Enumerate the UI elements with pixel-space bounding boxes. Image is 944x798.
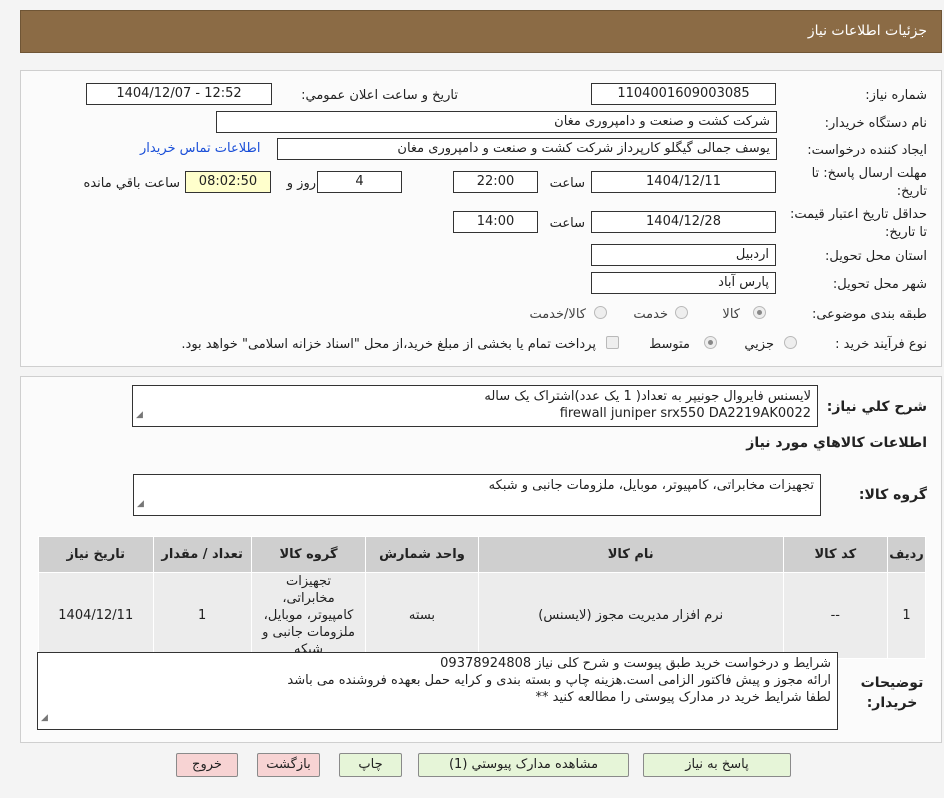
category-option-both: کالا/خدمت xyxy=(529,307,586,322)
goods-group-value: تجهیزات مخابراتی، کامپیوتر، موبایل، ملزو… xyxy=(488,478,814,493)
announce-date-field: 1404/12/07 - 12:52 xyxy=(86,83,272,105)
description-line-2: firewall juniper srx550 DA2219AK0022 xyxy=(559,406,811,421)
buyer-notes-label: توضیحات خریدار: xyxy=(860,675,924,711)
description-textarea: لایسنس فایروال جونیپر به تعداد( 1 یک عدد… xyxy=(132,385,818,427)
process-radio-medium[interactable] xyxy=(704,336,717,349)
province-field: اردبیل xyxy=(591,244,776,266)
cell-need-date: 1404/12/11 xyxy=(38,572,154,659)
resize-grip-icon[interactable]: ◢ xyxy=(137,496,144,513)
table-header-row: ردیف کد کالا نام کالا واحد شمارش گروه کا… xyxy=(38,536,927,573)
buyer-notes-line-2: ارائه مجوز و پیش فاکتور الزامی است.هزینه… xyxy=(287,673,831,688)
process-label: نوع فرآیند خرید : xyxy=(835,337,927,352)
cell-item-name: نرم افزار مدیریت مجوز (لایسنس) xyxy=(477,572,784,659)
print-button[interactable]: چاپ xyxy=(339,753,402,777)
buyer-org-label: نام دستگاه خريدار: xyxy=(824,116,927,131)
resize-grip-icon[interactable]: ◢ xyxy=(136,407,143,424)
category-radio-service[interactable] xyxy=(675,306,688,319)
category-label: طبقه بندی موضوعی: xyxy=(811,307,927,322)
validity-date-field: 1404/12/28 xyxy=(591,211,776,233)
validity-time-field: 14:00 xyxy=(453,211,538,233)
buyer-contact-link[interactable]: اطلاعات تماس خریدار xyxy=(140,141,260,156)
col-quantity: تعداد / مقدار xyxy=(152,536,252,573)
col-group: گروه کالا xyxy=(250,536,367,573)
process-option-medium: متوسط xyxy=(649,337,690,352)
page-header: جزئیات اطلاعات نیاز xyxy=(20,10,942,53)
goods-group-label: گروه کالا: xyxy=(858,487,927,503)
city-field: پارس آباد xyxy=(591,272,776,294)
remaining-label: ساعت باقي مانده xyxy=(83,176,180,191)
deadline-label: مهلت ارسال پاسخ: تا تاریخ: xyxy=(811,166,927,199)
cell-unit: بسته xyxy=(365,572,479,659)
requester-field: یوسف جمالی گیگلو کارپرداز شرکت کشت و صنع… xyxy=(277,138,777,160)
need-number-field: 1104001609003085 xyxy=(591,83,776,105)
need-number-label: شماره نیاز: xyxy=(865,88,927,103)
days-remaining-field: 4 xyxy=(317,171,402,193)
deadline-time-label: ساعت xyxy=(549,176,585,191)
cell-quantity: 1 xyxy=(152,572,252,659)
goods-group-field: تجهیزات مخابراتی، کامپیوتر، موبایل، ملزو… xyxy=(133,474,821,516)
days-label: روز و xyxy=(286,176,316,191)
exit-button[interactable]: خروج xyxy=(176,753,238,777)
reply-button[interactable]: پاسخ به نیاز xyxy=(643,753,791,777)
resize-grip-icon[interactable]: ◢ xyxy=(41,710,48,727)
description-label: شرح کلي نياز: xyxy=(826,399,927,415)
col-unit: واحد شمارش xyxy=(365,536,479,573)
table-row[interactable]: 1 -- نرم افزار مدیریت مجوز (لایسنس) بسته… xyxy=(38,572,927,659)
category-radio-goods[interactable] xyxy=(753,306,766,319)
time-remaining-field: 08:02:50 xyxy=(185,171,271,193)
col-item-code: کد کالا xyxy=(782,536,888,573)
back-button[interactable]: بازگشت xyxy=(257,753,320,777)
requester-label: ایجاد کننده درخواست: xyxy=(807,143,927,158)
process-radio-minor[interactable] xyxy=(784,336,797,349)
validity-label: حداقل تاریخ اعتبار قیمت: تا تاریخ: xyxy=(789,207,927,240)
category-option-service: خدمت xyxy=(633,307,668,322)
cell-row-number: 1 xyxy=(886,572,927,659)
cell-group: تجهیزات مخابراتی، کامپیوتر، موبایل، ملزو… xyxy=(250,572,367,659)
items-table: ردیف کد کالا نام کالا واحد شمارش گروه کا… xyxy=(38,536,927,659)
category-radio-both[interactable] xyxy=(594,306,607,319)
cell-item-code: -- xyxy=(782,572,888,659)
process-option-minor: جزیي xyxy=(744,337,774,352)
buyer-notes-line-1: شرایط و درخواست خرید طبق پیوست و شرح کلی… xyxy=(440,656,831,671)
buyer-notes-line-3: لطفا شرایط خرید در مدارک پیوستی را مطالع… xyxy=(535,690,831,705)
view-attachments-button[interactable]: مشاهده مدارک پیوستي (1) xyxy=(418,753,629,777)
buyer-org-field: شرکت کشت و صنعت و دامپروری مغان xyxy=(216,111,777,133)
goods-section-title: اطلاعات کالاهاي مورد نياز xyxy=(746,435,927,451)
payment-note: پرداخت تمام یا بخشی از مبلغ خرید،از محل … xyxy=(181,337,596,352)
validity-time-label: ساعت xyxy=(549,216,585,231)
col-need-date: تاریخ نیاز xyxy=(38,536,154,573)
announce-label: تاریخ و ساعت اعلان عمومي: xyxy=(301,88,458,103)
page-title: جزئیات اطلاعات نیاز xyxy=(807,23,927,39)
category-option-goods: کالا xyxy=(722,307,740,322)
treasury-payment-checkbox[interactable] xyxy=(606,336,619,349)
col-item-name: نام کالا xyxy=(477,536,784,573)
buyer-notes-field: شرایط و درخواست خرید طبق پیوست و شرح کلی… xyxy=(37,652,838,730)
deadline-date-field: 1404/12/11 xyxy=(591,171,776,193)
province-label: استان محل تحویل: xyxy=(825,249,927,264)
col-row-number: ردیف xyxy=(886,536,927,573)
city-label: شهر محل تحویل: xyxy=(832,277,927,292)
description-line-1: لایسنس فایروال جونیپر به تعداد( 1 یک عدد… xyxy=(484,389,811,404)
deadline-time-field: 22:00 xyxy=(453,171,538,193)
